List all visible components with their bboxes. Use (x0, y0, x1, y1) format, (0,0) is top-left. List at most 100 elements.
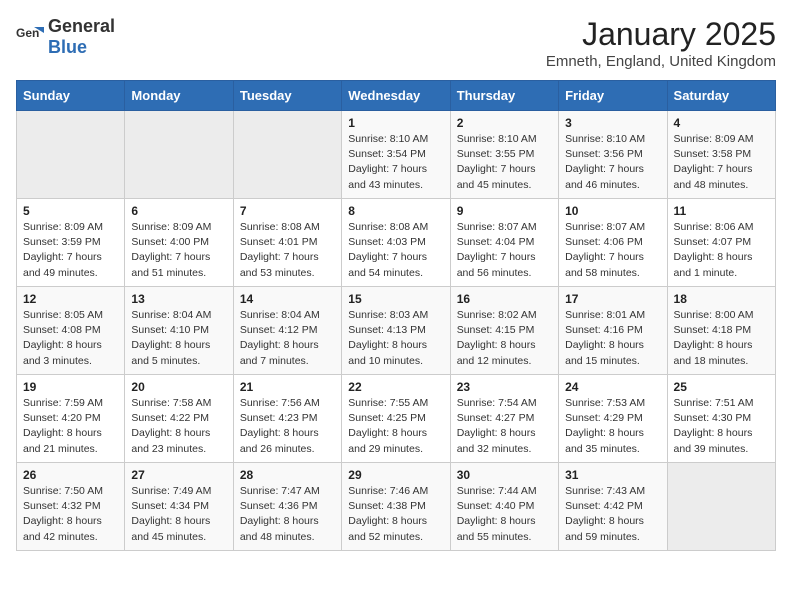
day-number: 31 (565, 468, 660, 482)
day-info: Sunrise: 7:58 AM Sunset: 4:22 PM Dayligh… (131, 396, 226, 457)
calendar-cell: 9 Sunrise: 8:07 AM Sunset: 4:04 PM Daylig… (450, 199, 558, 287)
day-info: Sunrise: 8:07 AM Sunset: 4:04 PM Dayligh… (457, 220, 552, 281)
day-number: 9 (457, 204, 552, 218)
day-info: Sunrise: 8:04 AM Sunset: 4:12 PM Dayligh… (240, 308, 335, 369)
day-info: Sunrise: 7:51 AM Sunset: 4:30 PM Dayligh… (674, 396, 769, 457)
calendar-subtitle: Emneth, England, United Kingdom (546, 53, 776, 70)
day-number: 8 (348, 204, 443, 218)
day-of-week-header: Wednesday (342, 81, 450, 111)
day-number: 18 (674, 292, 769, 306)
day-info: Sunrise: 8:09 AM Sunset: 3:58 PM Dayligh… (674, 132, 769, 193)
day-info: Sunrise: 7:47 AM Sunset: 4:36 PM Dayligh… (240, 484, 335, 545)
calendar-cell: 1 Sunrise: 8:10 AM Sunset: 3:54 PM Daylig… (342, 111, 450, 199)
calendar-week-row: 19 Sunrise: 7:59 AM Sunset: 4:20 PM Dayli… (17, 375, 776, 463)
day-info: Sunrise: 7:59 AM Sunset: 4:20 PM Dayligh… (23, 396, 118, 457)
calendar-cell: 20Sunrise: 7:58 AM Sunset: 4:22 PM Dayli… (125, 375, 233, 463)
calendar-cell: 12 Sunrise: 8:05 AM Sunset: 4:08 PM Dayli… (17, 287, 125, 375)
day-info: Sunrise: 8:06 AM Sunset: 4:07 PM Dayligh… (674, 220, 769, 281)
day-info: Sunrise: 8:10 AM Sunset: 3:55 PM Dayligh… (457, 132, 552, 193)
calendar-week-row: 5 Sunrise: 8:09 AM Sunset: 3:59 PM Daylig… (17, 199, 776, 287)
day-number: 12 (23, 292, 118, 306)
calendar-header-row: SundayMondayTuesdayWednesdayThursdayFrid… (17, 81, 776, 111)
calendar-cell: 29Sunrise: 7:46 AM Sunset: 4:38 PM Dayli… (342, 463, 450, 551)
day-info: Sunrise: 8:09 AM Sunset: 3:59 PM Dayligh… (23, 220, 118, 281)
calendar-body: 1 Sunrise: 8:10 AM Sunset: 3:54 PM Daylig… (17, 111, 776, 551)
day-number: 21 (240, 380, 335, 394)
calendar-cell: 4 Sunrise: 8:09 AM Sunset: 3:58 PM Daylig… (667, 111, 775, 199)
calendar-cell: 31Sunrise: 7:43 AM Sunset: 4:42 PM Dayli… (559, 463, 667, 551)
day-info: Sunrise: 8:03 AM Sunset: 4:13 PM Dayligh… (348, 308, 443, 369)
header: Gen General Blue January 2025 Emneth, En… (16, 16, 776, 70)
day-number: 6 (131, 204, 226, 218)
calendar-cell: 13 Sunrise: 8:04 AM Sunset: 4:10 PM Dayli… (125, 287, 233, 375)
calendar-cell: 16Sunrise: 8:02 AM Sunset: 4:15 PM Dayli… (450, 287, 558, 375)
calendar-cell: 17 Sunrise: 8:01 AM Sunset: 4:16 PM Dayli… (559, 287, 667, 375)
day-info: Sunrise: 7:46 AM Sunset: 4:38 PM Dayligh… (348, 484, 443, 545)
calendar-cell: 23Sunrise: 7:54 AM Sunset: 4:27 PM Dayli… (450, 375, 558, 463)
day-number: 19 (23, 380, 118, 394)
day-info: Sunrise: 7:55 AM Sunset: 4:25 PM Dayligh… (348, 396, 443, 457)
calendar-cell: 2 Sunrise: 8:10 AM Sunset: 3:55 PM Daylig… (450, 111, 558, 199)
calendar-cell: 3 Sunrise: 8:10 AM Sunset: 3:56 PM Daylig… (559, 111, 667, 199)
day-info: Sunrise: 8:09 AM Sunset: 4:00 PM Dayligh… (131, 220, 226, 281)
day-number: 5 (23, 204, 118, 218)
day-number: 11 (674, 204, 769, 218)
day-number: 28 (240, 468, 335, 482)
calendar-cell: 21 Sunrise: 7:56 AM Sunset: 4:23 PM Dayli… (233, 375, 341, 463)
day-number: 1 (348, 116, 443, 130)
day-info: Sunrise: 8:08 AM Sunset: 4:03 PM Dayligh… (348, 220, 443, 281)
calendar-cell: 27 Sunrise: 7:49 AM Sunset: 4:34 PM Dayli… (125, 463, 233, 551)
day-info: Sunrise: 7:56 AM Sunset: 4:23 PM Dayligh… (240, 396, 335, 457)
day-info: Sunrise: 8:05 AM Sunset: 4:08 PM Dayligh… (23, 308, 118, 369)
day-number: 15 (348, 292, 443, 306)
day-number: 3 (565, 116, 660, 130)
logo-icon: Gen (16, 23, 44, 51)
calendar-cell: 10Sunrise: 8:07 AM Sunset: 4:06 PM Dayli… (559, 199, 667, 287)
calendar-cell (17, 111, 125, 199)
logo-general-text: General (48, 16, 115, 36)
day-of-week-header: Friday (559, 81, 667, 111)
day-number: 13 (131, 292, 226, 306)
day-number: 2 (457, 116, 552, 130)
calendar-cell: 5 Sunrise: 8:09 AM Sunset: 3:59 PM Daylig… (17, 199, 125, 287)
calendar-cell: 11 Sunrise: 8:06 AM Sunset: 4:07 PM Dayli… (667, 199, 775, 287)
calendar-cell: 25 Sunrise: 7:51 AM Sunset: 4:30 PM Dayli… (667, 375, 775, 463)
day-info: Sunrise: 8:00 AM Sunset: 4:18 PM Dayligh… (674, 308, 769, 369)
day-of-week-header: Thursday (450, 81, 558, 111)
day-number: 4 (674, 116, 769, 130)
day-info: Sunrise: 8:04 AM Sunset: 4:10 PM Dayligh… (131, 308, 226, 369)
day-info: Sunrise: 7:54 AM Sunset: 4:27 PM Dayligh… (457, 396, 552, 457)
day-number: 16 (457, 292, 552, 306)
day-of-week-header: Tuesday (233, 81, 341, 111)
calendar-cell: 30 Sunrise: 7:44 AM Sunset: 4:40 PM Dayli… (450, 463, 558, 551)
calendar-cell: 7Sunrise: 8:08 AM Sunset: 4:01 PM Daylig… (233, 199, 341, 287)
day-number: 30 (457, 468, 552, 482)
calendar-cell: 15 Sunrise: 8:03 AM Sunset: 4:13 PM Dayli… (342, 287, 450, 375)
day-number: 22 (348, 380, 443, 394)
day-number: 7 (240, 204, 335, 218)
day-number: 25 (674, 380, 769, 394)
day-info: Sunrise: 8:01 AM Sunset: 4:16 PM Dayligh… (565, 308, 660, 369)
day-info: Sunrise: 8:10 AM Sunset: 3:56 PM Dayligh… (565, 132, 660, 193)
day-info: Sunrise: 7:44 AM Sunset: 4:40 PM Dayligh… (457, 484, 552, 545)
calendar-cell: 6 Sunrise: 8:09 AM Sunset: 4:00 PM Daylig… (125, 199, 233, 287)
day-info: Sunrise: 7:49 AM Sunset: 4:34 PM Dayligh… (131, 484, 226, 545)
calendar-cell: 19 Sunrise: 7:59 AM Sunset: 4:20 PM Dayli… (17, 375, 125, 463)
calendar-week-row: 1 Sunrise: 8:10 AM Sunset: 3:54 PM Daylig… (17, 111, 776, 199)
day-of-week-header: Monday (125, 81, 233, 111)
logo-blue-text: Blue (48, 37, 87, 57)
day-info: Sunrise: 8:10 AM Sunset: 3:54 PM Dayligh… (348, 132, 443, 193)
calendar-week-row: 26Sunrise: 7:50 AM Sunset: 4:32 PM Dayli… (17, 463, 776, 551)
day-number: 17 (565, 292, 660, 306)
day-info: Sunrise: 8:07 AM Sunset: 4:06 PM Dayligh… (565, 220, 660, 281)
calendar-cell (667, 463, 775, 551)
calendar-cell: 28 Sunrise: 7:47 AM Sunset: 4:36 PM Dayli… (233, 463, 341, 551)
day-number: 26 (23, 468, 118, 482)
title-area: January 2025 Emneth, England, United Kin… (546, 16, 776, 70)
calendar-cell: 26Sunrise: 7:50 AM Sunset: 4:32 PM Dayli… (17, 463, 125, 551)
day-number: 27 (131, 468, 226, 482)
calendar-cell (125, 111, 233, 199)
logo: Gen General Blue (16, 16, 115, 58)
calendar-table: SundayMondayTuesdayWednesdayThursdayFrid… (16, 80, 776, 551)
day-info: Sunrise: 7:53 AM Sunset: 4:29 PM Dayligh… (565, 396, 660, 457)
